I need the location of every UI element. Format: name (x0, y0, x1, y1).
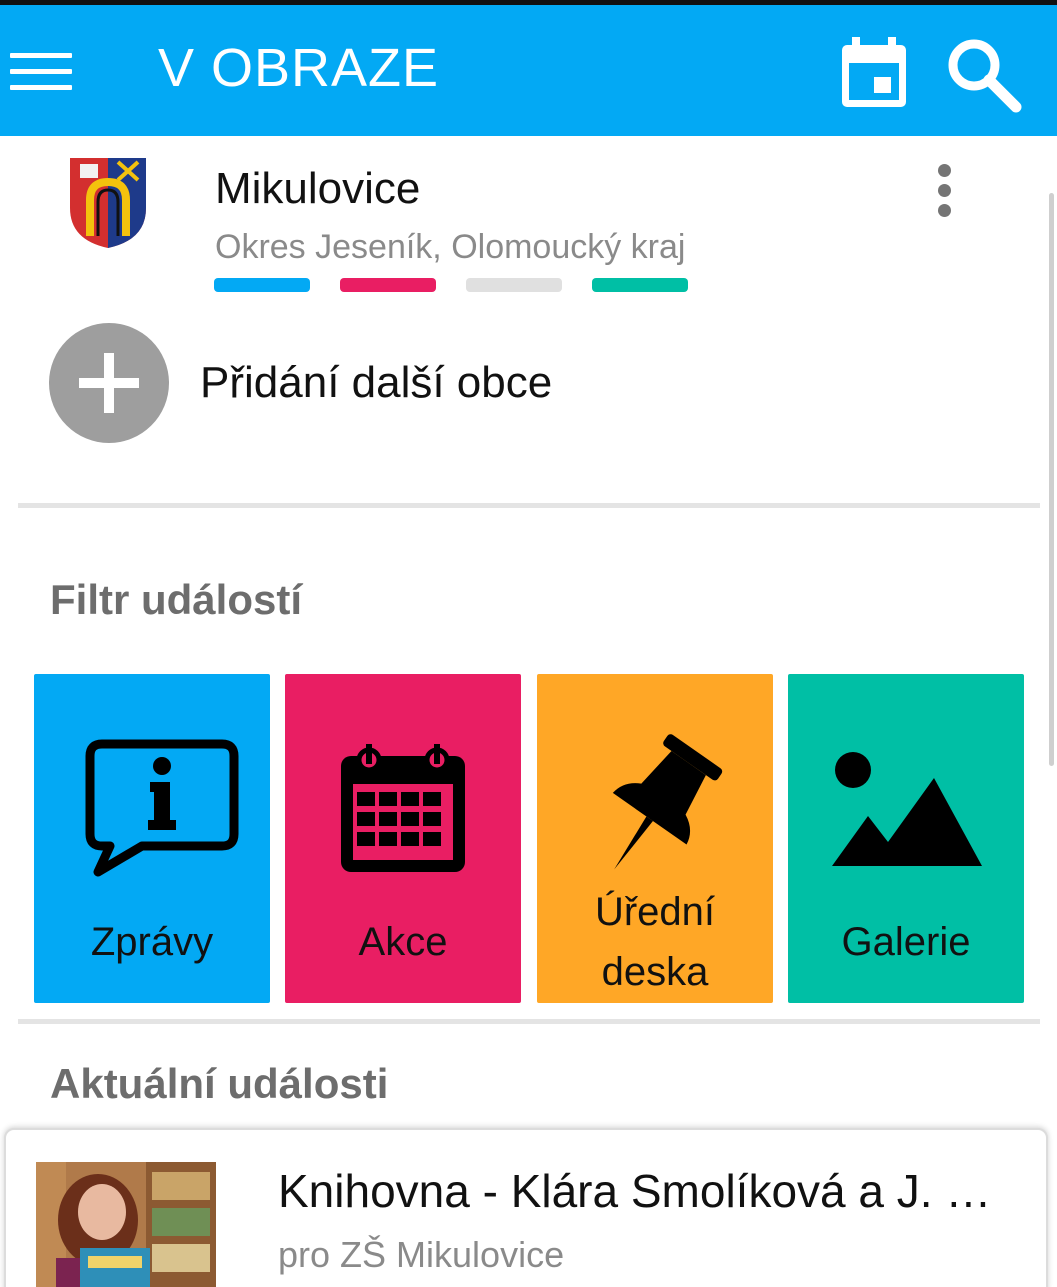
app-bar: V OBRAZE (0, 5, 1057, 136)
plus-icon (49, 323, 169, 443)
filter-title: Filtr událostí (50, 576, 302, 623)
current-events-title: Aktuální události (50, 1060, 389, 1107)
divider (18, 1019, 1040, 1024)
filter-tile-uredni-deska[interactable]: Úřední deska (537, 674, 773, 1003)
more-vertical-icon[interactable] (925, 162, 965, 218)
filter-tile-zpravy[interactable]: Zprávy (34, 674, 270, 1003)
coat-of-arms-icon (68, 156, 148, 250)
tile-label: Galerie (841, 920, 971, 964)
image-landscape-icon (816, 734, 996, 894)
calendar-icon[interactable] (836, 35, 912, 111)
color-bar-pink (340, 278, 436, 292)
pushpin-icon (565, 734, 745, 894)
divider (18, 503, 1040, 508)
tile-label-line2: deska (601, 950, 709, 994)
app-title: V OBRAZE (158, 38, 440, 98)
scrollbar[interactable] (1049, 193, 1054, 766)
event-card[interactable]: Knihovna - Klára Smolíková a J. … pro ZŠ… (4, 1128, 1048, 1287)
tile-label-line1: Úřední (594, 890, 716, 934)
color-bar-blue (214, 278, 310, 292)
tile-label: Akce (358, 920, 448, 964)
filter-tile-akce[interactable]: Akce (285, 674, 521, 1003)
municipality-item[interactable]: Mikulovice Okres Jeseník, Olomoucký kraj (0, 136, 1040, 306)
calendar-icon (313, 734, 493, 894)
filter-tile-galerie[interactable]: Galerie (788, 674, 1024, 1003)
event-subtitle: pro ZŠ Mikulovice (278, 1234, 565, 1275)
event-thumbnail (36, 1162, 216, 1287)
color-bar-grey (466, 278, 562, 292)
event-title: Knihovna - Klára Smolíková a J. … (278, 1165, 992, 1217)
info-speech-icon (62, 734, 242, 894)
color-bar-green (592, 278, 688, 292)
search-icon[interactable] (944, 35, 1024, 115)
hamburger-menu-icon[interactable] (8, 43, 74, 99)
municipality-name: Mikulovice (215, 164, 421, 213)
add-municipality-button[interactable]: Přidání další obce (0, 318, 1040, 448)
add-municipality-label: Přidání další obce (200, 358, 553, 407)
municipality-region: Okres Jeseník, Olomoucký kraj (215, 228, 686, 266)
tile-label: Zprávy (90, 920, 214, 964)
